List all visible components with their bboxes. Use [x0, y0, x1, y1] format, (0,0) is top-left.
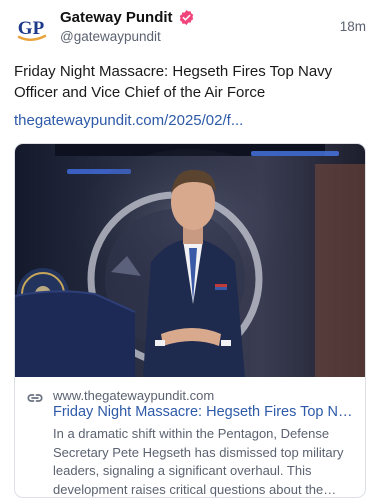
- link-icon: [26, 389, 44, 407]
- card-body: www.thegatewaypundit.com Friday Night Ma…: [15, 377, 365, 497]
- post-text: Friday Night Massacre: Hegseth Fires Top…: [14, 63, 333, 101]
- avatar[interactable]: GP: [14, 10, 50, 46]
- post-link[interactable]: thegatewaypundit.com/2025/02/f...: [14, 112, 243, 129]
- author-display-name[interactable]: Gateway Pundit: [60, 9, 173, 26]
- link-preview-card[interactable]: www.thegatewaypundit.com Friday Night Ma…: [14, 143, 366, 498]
- avatar-text: GP: [18, 18, 45, 39]
- verified-badge-icon: [178, 9, 195, 26]
- card-image: [15, 144, 365, 377]
- author-block: Gateway Pundit @gatewaypundit: [60, 9, 195, 44]
- card-domain: www.thegatewaypundit.com: [53, 388, 215, 403]
- post: GP Gateway Pundit @gatewaypundit 18m Fri…: [0, 0, 380, 500]
- card-description: In a dramatic shift within the Pentagon,…: [53, 426, 344, 497]
- post-timestamp[interactable]: 18m: [340, 19, 366, 34]
- author-handle[interactable]: @gatewaypundit: [60, 29, 195, 44]
- gateway-pundit-logo-icon: GP: [14, 10, 50, 46]
- card-title[interactable]: Friday Night Massacre: Hegseth Fires Top…: [53, 404, 357, 420]
